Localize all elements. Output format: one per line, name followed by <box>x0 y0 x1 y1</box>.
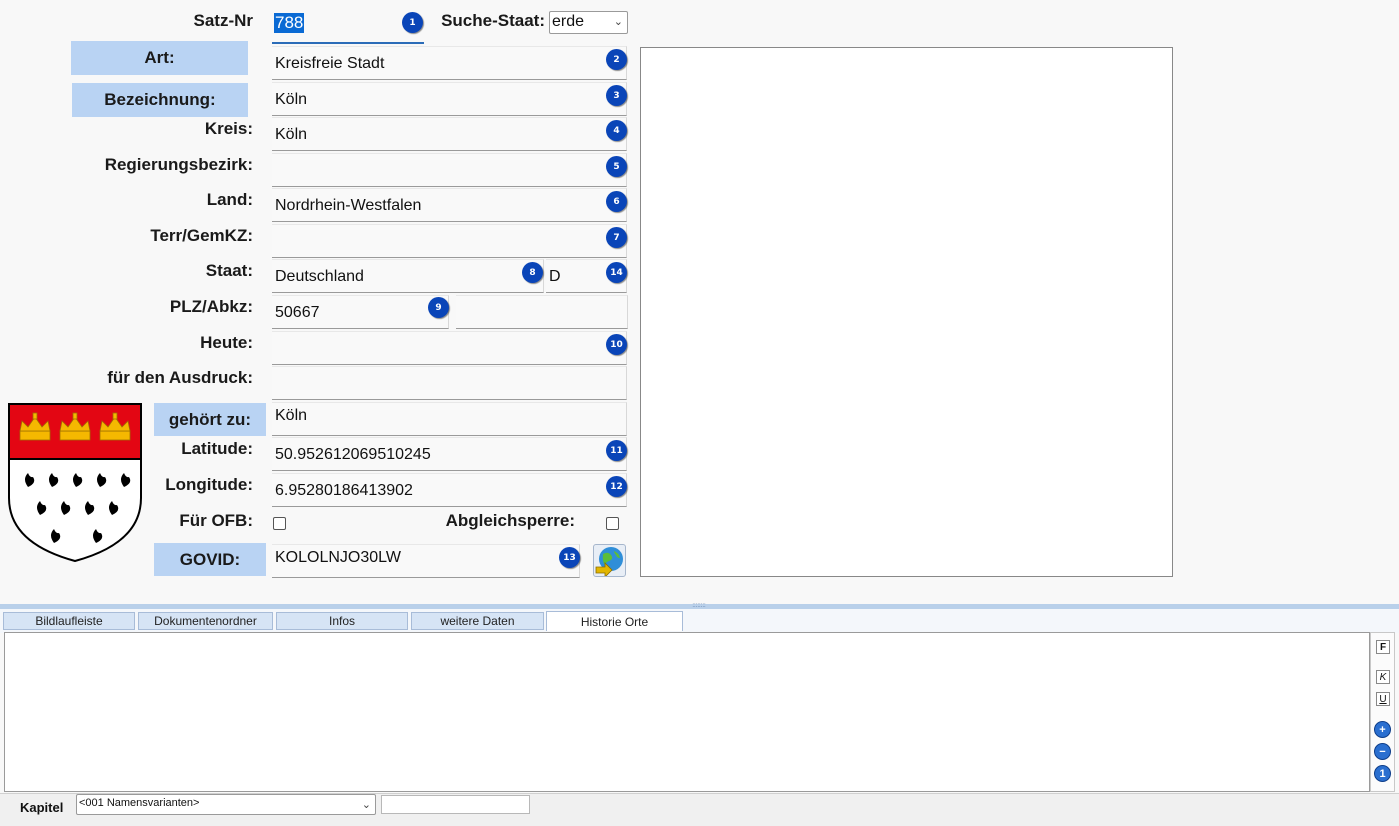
field-badge-12: 12 <box>606 476 627 497</box>
field-badge-3: 3 <box>606 85 627 106</box>
abgleichsperre-checkbox[interactable] <box>606 517 619 530</box>
kapitel-value: <001 Namensvarianten> <box>79 797 200 809</box>
regierungsbezirk-field[interactable] <box>272 153 627 187</box>
globe-arrow-icon[interactable] <box>593 544 626 578</box>
zoom-in-icon[interactable]: + <box>1374 721 1391 738</box>
latitude-field[interactable]: 50.952612069510245 <box>272 437 627 471</box>
tab-infos[interactable]: Infos <box>276 612 408 630</box>
kreis-label: Kreis: <box>204 119 253 138</box>
terr-gemkz-label: Terr/GemKZ: <box>150 226 253 245</box>
kapitel-search-input[interactable] <box>381 795 530 814</box>
kapitel-select[interactable]: <001 Namensvarianten> ⌄ <box>76 794 376 815</box>
chevron-down-icon: ⌄ <box>361 799 371 811</box>
kreis-field[interactable]: Köln <box>272 117 627 151</box>
plz-abkz-label: PLZ/Abkz: <box>169 297 253 316</box>
abgleichsperre-label: Abgleichsperre: <box>445 511 575 530</box>
bold-button[interactable]: F <box>1376 640 1390 654</box>
field-badge-13: 13 <box>559 547 580 568</box>
field-badge-5: 5 <box>606 156 627 177</box>
plz-field[interactable]: 50667 <box>272 295 449 329</box>
longitude-field[interactable]: 6.95280186413902 <box>272 473 627 507</box>
suche-staat-label: Suche-Staat: <box>441 11 545 30</box>
fuer-ofb-label: Für OFB: <box>179 511 253 530</box>
field-badge-9: 9 <box>428 297 449 318</box>
ausdruck-label: für den Ausdruck: <box>107 368 253 387</box>
terr-gemkz-field[interactable] <box>272 224 627 258</box>
ausdruck-field[interactable] <box>272 366 627 400</box>
zoom-out-icon[interactable]: − <box>1374 743 1391 760</box>
field-badge-14: 14 <box>606 262 627 283</box>
field-badge-10: 10 <box>606 334 627 355</box>
tab-historie-orte[interactable]: Historie Orte <box>546 611 683 631</box>
fuer-ofb-checkbox[interactable] <box>273 517 286 530</box>
art-field[interactable]: Kreisfreie Stadt <box>272 46 627 80</box>
kapitel-label: Kapitel <box>20 800 64 815</box>
abkz-field[interactable] <box>456 295 628 329</box>
tab-weitere-daten[interactable]: weitere Daten <box>411 612 544 630</box>
gehoert-zu-field[interactable]: Köln <box>272 402 627 436</box>
field-badge-7: 7 <box>606 227 627 248</box>
bezeichnung-button[interactable]: Bezeichnung: <box>72 83 248 117</box>
field-badge-2: 2 <box>606 49 627 70</box>
field-badge-11: 11 <box>606 440 627 461</box>
field-badge-8: 8 <box>522 262 543 283</box>
reset-zoom-icon[interactable]: 1 <box>1374 765 1391 782</box>
satz-nr-value: 788 <box>274 13 305 33</box>
gehoert-zu-button[interactable]: gehört zu: <box>154 403 266 436</box>
suche-staat-select[interactable]: erde ⌄ <box>549 11 628 34</box>
tab-dokumentenordner[interactable]: Dokumentenordner <box>138 612 273 630</box>
art-button[interactable]: Art: <box>71 41 248 75</box>
tab-bildlaufleiste[interactable]: Bildlaufleiste <box>3 612 135 630</box>
field-badge-4: 4 <box>606 120 627 141</box>
staat-label: Staat: <box>205 261 253 280</box>
heute-label: Heute: <box>200 333 253 352</box>
image-preview-panel <box>640 47 1173 577</box>
latitude-label: Latitude: <box>181 439 253 458</box>
longitude-label: Longitude: <box>165 475 253 494</box>
land-label: Land: <box>206 190 253 209</box>
regierungsbezirk-label: Regierungsbezirk: <box>104 155 253 174</box>
bezeichnung-field[interactable]: Köln <box>272 82 627 116</box>
field-badge-6: 6 <box>606 191 627 212</box>
land-field[interactable]: Nordrhein-Westfalen <box>272 188 627 222</box>
staat-field[interactable]: Deutschland <box>272 259 544 293</box>
suche-staat-value: erde <box>552 13 585 30</box>
chevron-down-icon: ⌄ <box>613 16 623 28</box>
italic-button[interactable]: K <box>1376 670 1390 684</box>
govid-button[interactable]: GOVID: <box>154 543 266 576</box>
govid-field[interactable]: KOLOLNJO30LW <box>272 544 580 578</box>
historie-text-editor[interactable] <box>4 632 1370 792</box>
field-badge-1: 1 <box>402 12 423 33</box>
heute-field[interactable] <box>272 331 627 365</box>
satz-nr-field[interactable]: 788 <box>272 10 424 44</box>
underline-button[interactable]: U <box>1376 692 1390 706</box>
satz-nr-label: Satz-Nr <box>193 11 253 30</box>
